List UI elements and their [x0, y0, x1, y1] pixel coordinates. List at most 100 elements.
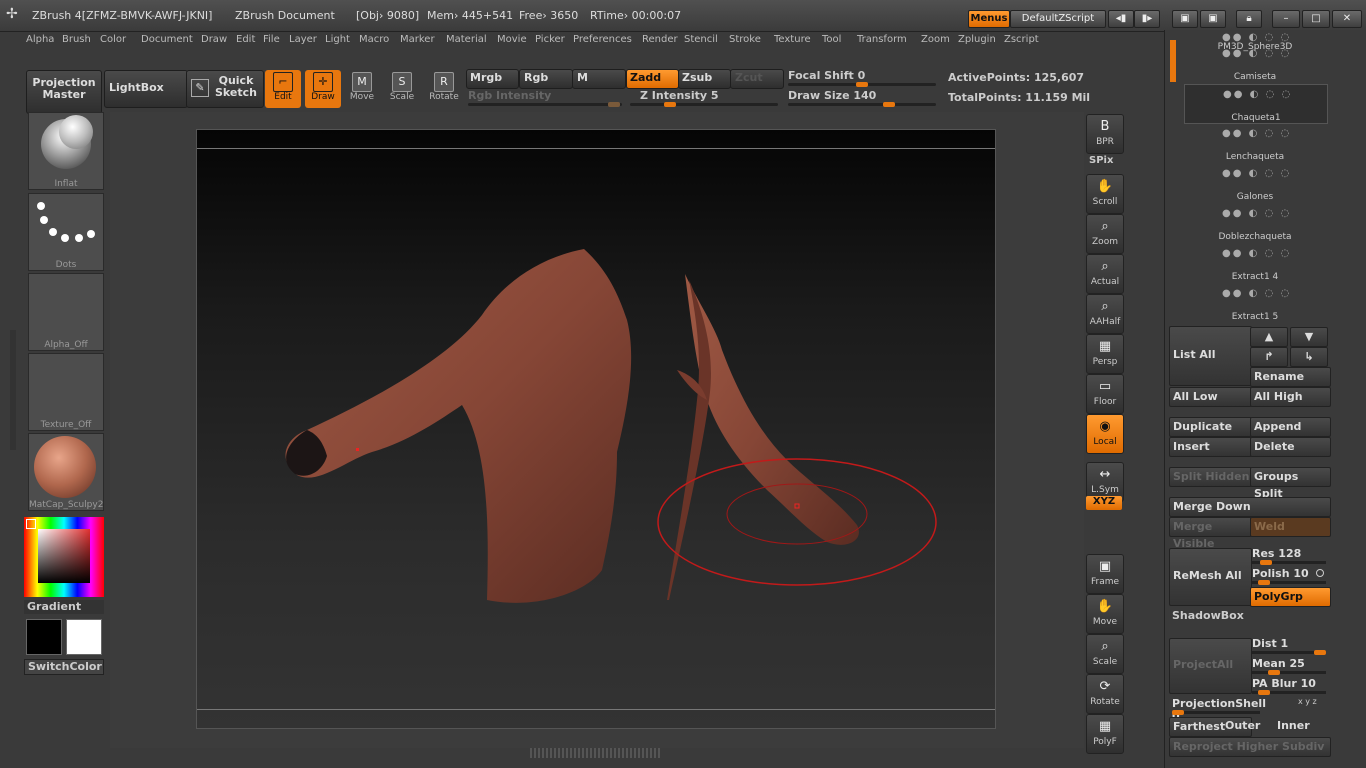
script-next-icon[interactable]: ▮▸: [1134, 10, 1160, 28]
polygrp-button[interactable]: PolyGrp: [1250, 587, 1331, 607]
arrow-down-right-icon[interactable]: ↳: [1290, 347, 1328, 367]
rotate-button[interactable]: ⟳ Rotate: [1086, 674, 1124, 714]
subtool-visibility-icons[interactable]: ●● ◐ ◌ ◌: [1222, 288, 1291, 299]
reproject-higher-subdiv-button[interactable]: Reproject Higher Subdiv: [1169, 737, 1331, 757]
menu-layer[interactable]: Layer: [289, 34, 317, 45]
left-tray-handle[interactable]: [10, 330, 16, 450]
all-high-button[interactable]: All High: [1250, 387, 1331, 407]
script-prev-icon[interactable]: ◂▮: [1108, 10, 1134, 28]
frame-button[interactable]: ▣ Frame: [1086, 554, 1124, 594]
rgb-intensity-slider[interactable]: [468, 103, 622, 106]
zcut-button[interactable]: Zcut: [730, 69, 784, 89]
camiseta-mesh[interactable]: [285, 249, 632, 603]
scale-button[interactable]: ⌕ Scale: [1086, 634, 1124, 674]
scale-button[interactable]: S Scale: [384, 70, 420, 108]
xyz-symmetry-button[interactable]: XYZ: [1086, 496, 1122, 510]
polish-toggle-icon[interactable]: [1316, 569, 1324, 577]
delete-button[interactable]: Delete: [1250, 437, 1331, 457]
projectall-button[interactable]: ProjectAll: [1169, 638, 1252, 694]
menu-draw[interactable]: Draw: [201, 34, 227, 45]
res-slider[interactable]: Res 128: [1252, 547, 1328, 565]
bpr-button[interactable]: B BPR: [1086, 114, 1124, 154]
rgb-intensity-knob[interactable]: [608, 102, 620, 107]
dist-knob[interactable]: [1314, 650, 1326, 655]
split-hidden-button[interactable]: Split Hidden: [1169, 467, 1252, 487]
close-icon[interactable]: ✕: [1332, 10, 1362, 28]
edit-button[interactable]: ⌐ Edit: [265, 70, 301, 108]
rename-button[interactable]: Rename: [1250, 367, 1331, 387]
shadowbox-button[interactable]: ShadowBox: [1172, 609, 1244, 622]
model-viewport[interactable]: [197, 130, 997, 730]
subtool-row[interactable]: ●● ◐ ◌ ◌ Lenchaqueta: [1184, 124, 1326, 162]
menu-marker[interactable]: Marker: [400, 34, 435, 45]
menu-file[interactable]: File: [263, 34, 280, 45]
layout-2-icon[interactable]: ▣: [1200, 10, 1226, 28]
subtool-visibility-icons[interactable]: ●● ◐ ◌ ◌: [1223, 89, 1292, 100]
aahalf-button[interactable]: ⌕ AAHalf: [1086, 294, 1124, 334]
outer-button[interactable]: Outer: [1222, 717, 1275, 735]
chaqueta-mesh[interactable]: [667, 274, 859, 600]
scroll-button[interactable]: ✋ Scroll: [1086, 174, 1124, 214]
rotate-button[interactable]: R Rotate: [426, 70, 462, 108]
menu-zplugin[interactable]: Zplugin: [958, 34, 996, 45]
brush-thumbnail[interactable]: Inflat: [28, 112, 104, 190]
inner-button[interactable]: Inner: [1274, 717, 1329, 735]
layout-1-icon[interactable]: ▣: [1172, 10, 1198, 28]
subtool-row[interactable]: ●● ◐ ◌ ◌ Extract1 4: [1184, 244, 1326, 282]
duplicate-button[interactable]: Duplicate: [1169, 417, 1252, 437]
menu-alpha[interactable]: Alpha: [26, 34, 54, 45]
menu-movie[interactable]: Movie: [497, 34, 527, 45]
groups-split-button[interactable]: Groups Split: [1250, 467, 1331, 500]
subtool-scrollbar[interactable]: [1170, 40, 1176, 82]
lightbox-button[interactable]: LightBox: [104, 70, 188, 108]
pa-blur-knob[interactable]: [1258, 690, 1271, 695]
menu-zscript[interactable]: Zscript: [1004, 34, 1039, 45]
floor-button[interactable]: ▭ Floor: [1086, 374, 1124, 414]
quick-sketch-button[interactable]: ✎ Quick Sketch: [186, 70, 264, 108]
move-button[interactable]: ✋ Move: [1086, 594, 1124, 634]
polyf-button[interactable]: ▦ PolyF: [1086, 714, 1124, 754]
dist-slider[interactable]: Dist 1: [1252, 637, 1328, 655]
draw-size-slider[interactable]: [788, 103, 936, 106]
insert-button[interactable]: Insert: [1169, 437, 1252, 457]
zadd-button[interactable]: Zadd: [626, 69, 679, 89]
all-low-button[interactable]: All Low: [1169, 387, 1252, 407]
secondary-color-swatch[interactable]: [66, 619, 102, 655]
move-up-icon[interactable]: ▲: [1250, 327, 1288, 347]
draw-button[interactable]: ✛ Draw: [305, 70, 341, 108]
subtool-row[interactable]: ●● ◐ ◌ ◌ Chaqueta1: [1184, 84, 1328, 124]
projection-shell-knob[interactable]: [1172, 710, 1184, 715]
primary-color-swatch[interactable]: [26, 619, 62, 655]
lock-icon[interactable]: 🔒︎: [1236, 10, 1262, 28]
menu-tool[interactable]: Tool: [822, 34, 841, 45]
bottom-tray-handle[interactable]: [530, 748, 660, 758]
gradient-button[interactable]: Gradient: [24, 600, 104, 614]
menu-stroke[interactable]: Stroke: [729, 34, 761, 45]
local-button[interactable]: ◉ Local: [1086, 414, 1124, 454]
subtool-visibility-icons[interactable]: ●● ◐ ◌ ◌: [1222, 48, 1291, 59]
m-button[interactable]: M: [572, 69, 626, 89]
saturation-square[interactable]: [38, 529, 90, 583]
color-picker[interactable]: [24, 517, 104, 597]
menu-transform[interactable]: Transform: [857, 34, 907, 45]
menu-zoom[interactable]: Zoom: [921, 34, 950, 45]
document-canvas[interactable]: [196, 129, 996, 729]
polish-knob[interactable]: [1258, 580, 1271, 585]
menu-texture[interactable]: Texture: [774, 34, 811, 45]
projection-master-button[interactable]: Projection Master: [26, 70, 102, 114]
menu-picker[interactable]: Picker: [535, 34, 565, 45]
z-intensity-slider[interactable]: [630, 103, 778, 106]
zsub-button[interactable]: Zsub: [678, 69, 731, 89]
subtool-row[interactable]: ●● ◐ ◌ ◌ Camiseta: [1184, 44, 1326, 82]
xyz-axis-toggle[interactable]: x y z: [1298, 697, 1317, 706]
menu-light[interactable]: Light: [325, 34, 350, 45]
projection-shell-slider[interactable]: ProjectionShell 0: [1172, 697, 1266, 723]
subtool-visibility-icons[interactable]: ●● ◐ ◌ ◌: [1222, 128, 1291, 139]
merge-down-button[interactable]: Merge Down: [1169, 497, 1331, 517]
res-knob[interactable]: [1259, 560, 1272, 565]
subtool-row[interactable]: ●● ◐ ◌ ◌ Doblezchaqueta: [1184, 204, 1326, 242]
subtool-visibility-icons[interactable]: ●● ◐ ◌ ◌: [1222, 168, 1291, 179]
append-button[interactable]: Append: [1250, 417, 1331, 437]
subtool-visibility-icons[interactable]: ●● ◐ ◌ ◌: [1222, 208, 1291, 219]
stroke-thumbnail[interactable]: Dots: [28, 193, 104, 271]
